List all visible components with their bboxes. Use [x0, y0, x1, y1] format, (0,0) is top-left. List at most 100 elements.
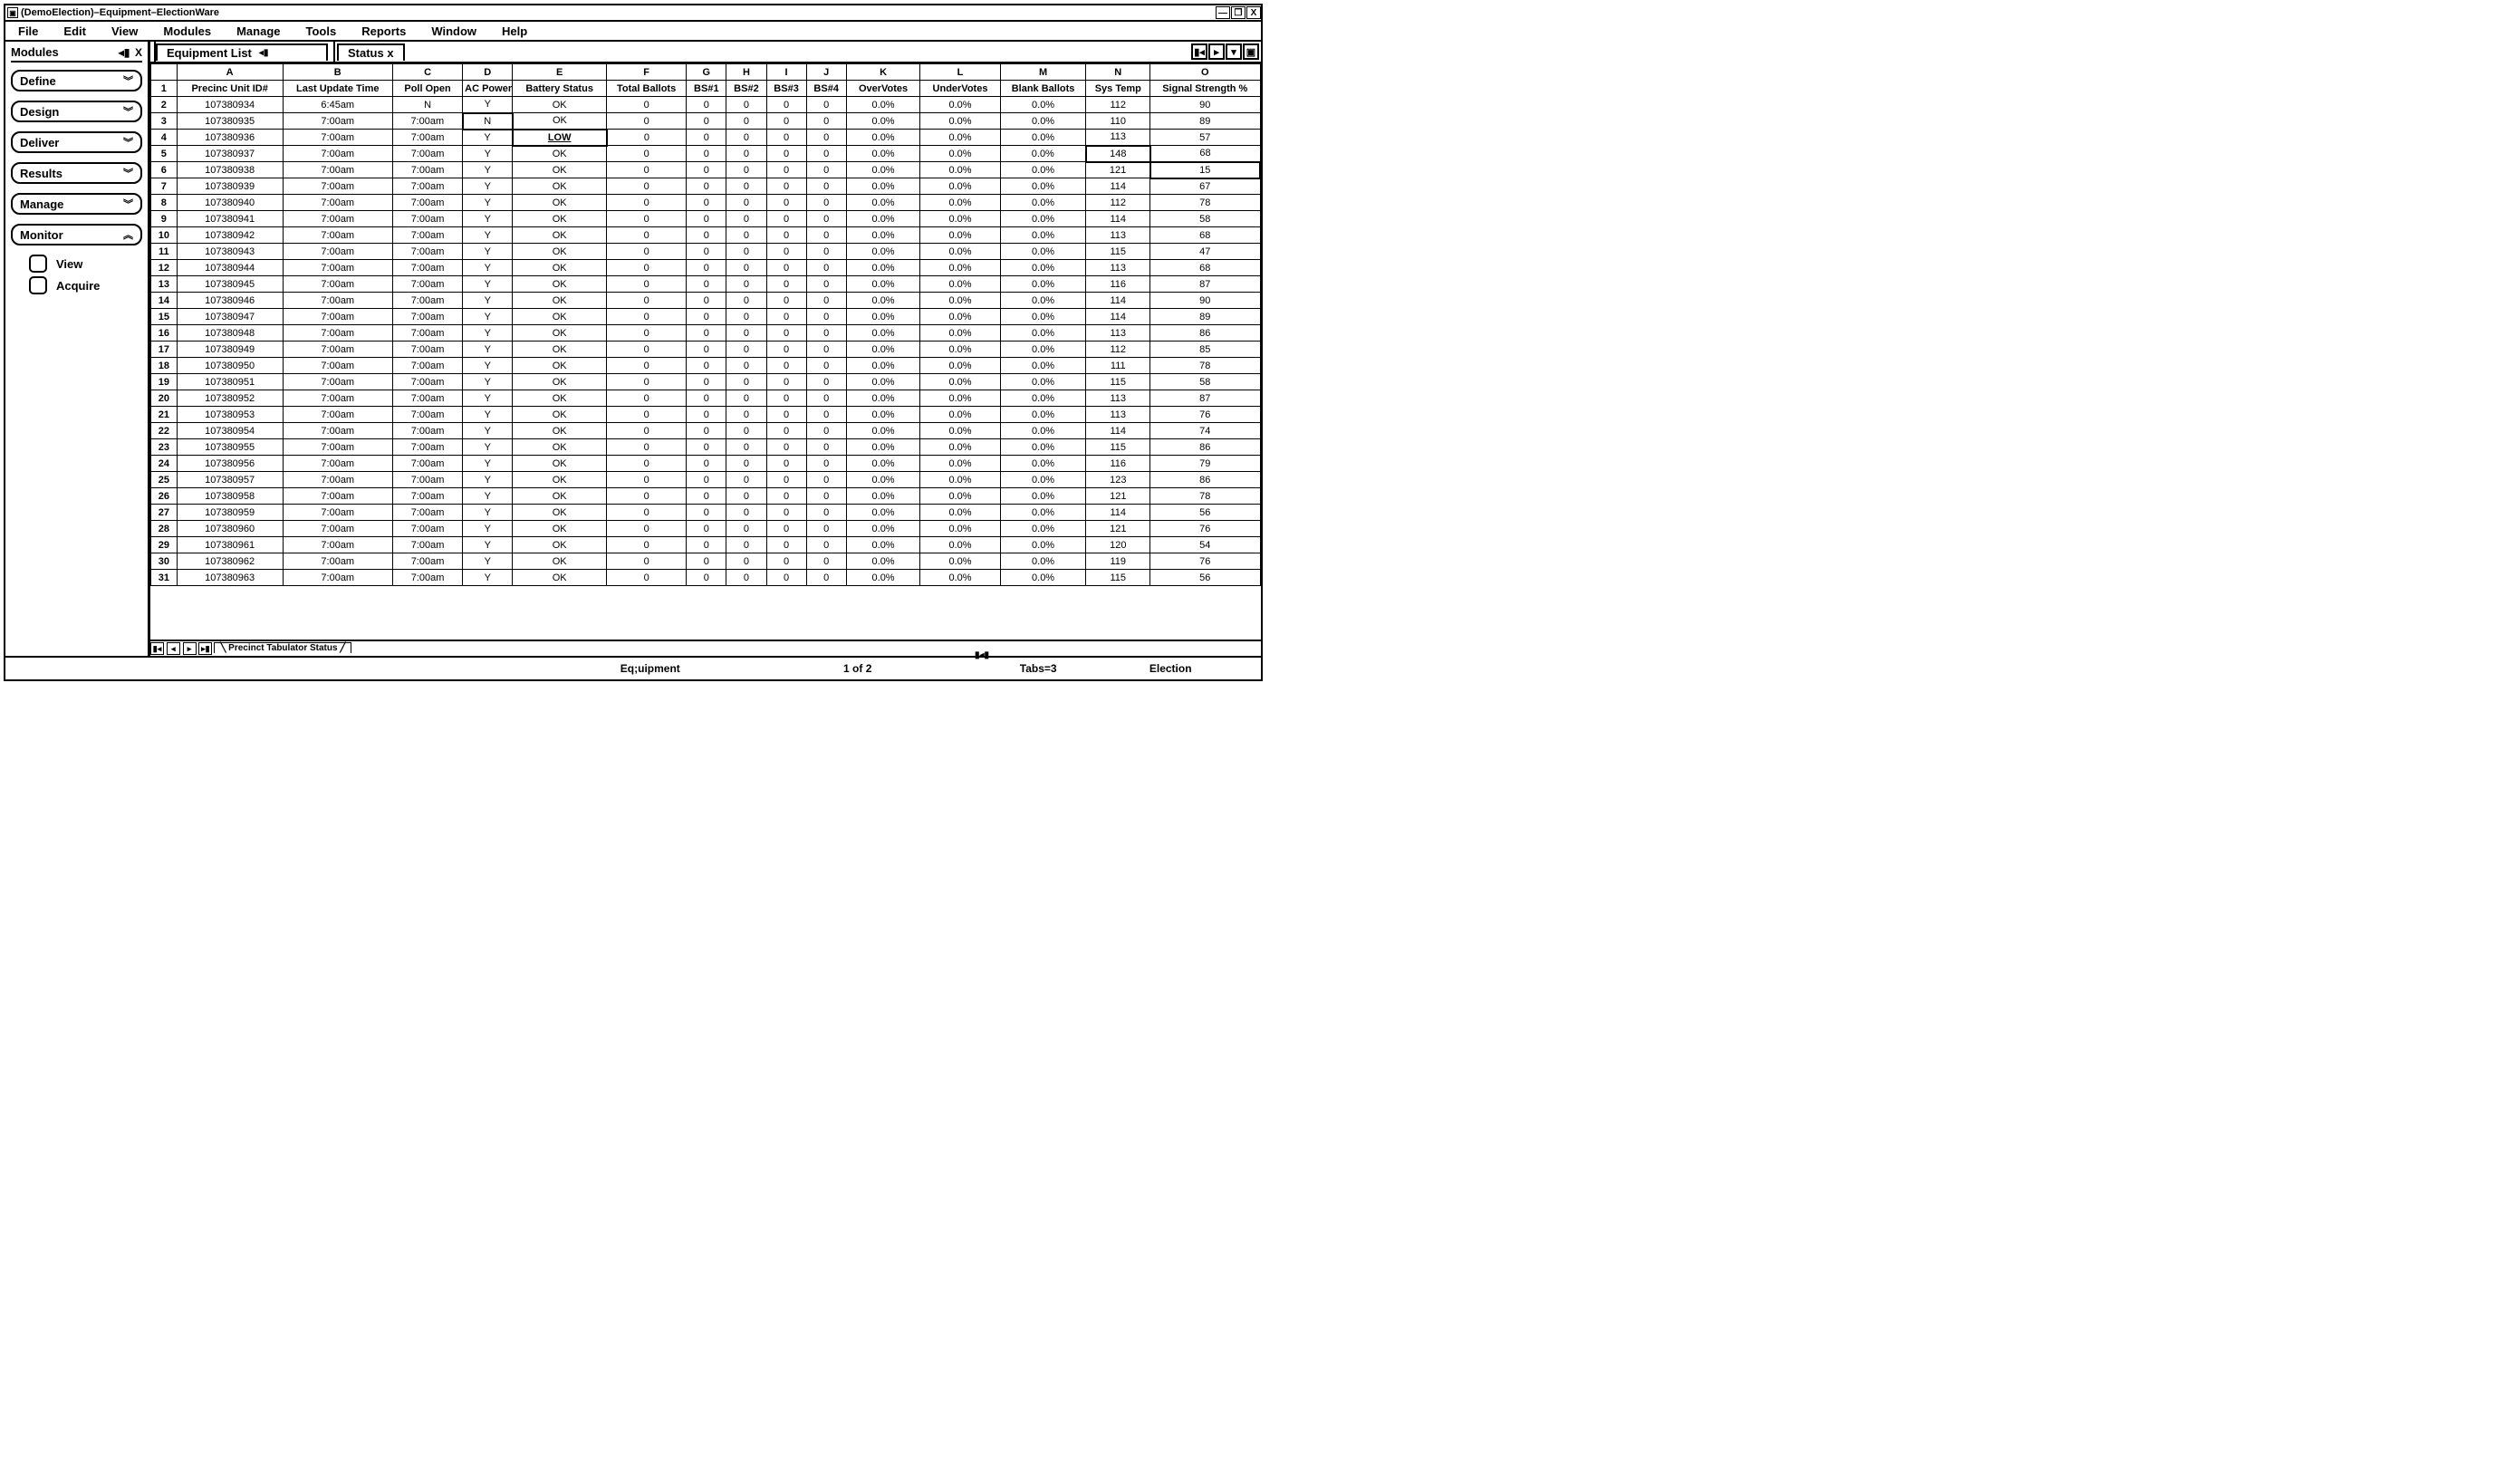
cell[interactable]: 0: [726, 276, 766, 293]
menu-view[interactable]: View: [99, 24, 150, 38]
cell[interactable]: 0.0%: [1000, 260, 1086, 276]
row-number[interactable]: 16: [151, 325, 178, 342]
table-row[interactable]: 291073809617:00am7:00amYOK000000.0%0.0%0…: [151, 537, 1261, 553]
cell[interactable]: 107380943: [177, 244, 283, 260]
cell[interactable]: 0: [726, 553, 766, 570]
cell[interactable]: 0.0%: [1000, 113, 1086, 130]
cell[interactable]: 0.0%: [1000, 472, 1086, 488]
cell[interactable]: 0: [607, 488, 687, 505]
cell[interactable]: 7:00am: [392, 211, 462, 227]
cell[interactable]: 148: [1086, 146, 1150, 162]
cell[interactable]: 7:00am: [392, 113, 462, 130]
cell[interactable]: Y: [463, 293, 513, 309]
cell[interactable]: 0: [726, 456, 766, 472]
cell[interactable]: 7:00am: [283, 244, 392, 260]
column-header[interactable]: BS#2: [726, 81, 766, 97]
column-header[interactable]: Poll Open: [392, 81, 462, 97]
cell[interactable]: 0: [607, 472, 687, 488]
table-row[interactable]: 301073809627:00am7:00amYOK000000.0%0.0%0…: [151, 553, 1261, 570]
cell[interactable]: 0: [687, 472, 726, 488]
table-row[interactable]: 151073809477:00am7:00amYOK000000.0%0.0%0…: [151, 309, 1261, 325]
cell[interactable]: 0.0%: [846, 195, 920, 211]
table-row[interactable]: 231073809557:00am7:00amYOK000000.0%0.0%0…: [151, 439, 1261, 456]
column-letter[interactable]: A: [177, 64, 283, 81]
cell[interactable]: 0: [726, 570, 766, 586]
cell[interactable]: 0: [726, 537, 766, 553]
cell[interactable]: 113: [1086, 407, 1150, 423]
cell[interactable]: LOW: [513, 130, 607, 146]
cell[interactable]: 0: [687, 521, 726, 537]
cell[interactable]: 56: [1150, 570, 1260, 586]
cell[interactable]: 107380962: [177, 553, 283, 570]
cell[interactable]: 0: [806, 276, 846, 293]
cell[interactable]: 0: [687, 374, 726, 390]
cell[interactable]: Y: [463, 488, 513, 505]
cell[interactable]: 0: [806, 488, 846, 505]
cell[interactable]: 7:00am: [392, 553, 462, 570]
cell[interactable]: 112: [1086, 195, 1150, 211]
cell[interactable]: 0.0%: [846, 244, 920, 260]
cell[interactable]: 0: [687, 244, 726, 260]
cell[interactable]: 7:00am: [283, 390, 392, 407]
cell[interactable]: OK: [513, 113, 607, 130]
cell[interactable]: 7:00am: [283, 488, 392, 505]
cell[interactable]: 0: [766, 227, 806, 244]
cell[interactable]: Y: [463, 358, 513, 374]
menu-modules[interactable]: Modules: [150, 24, 224, 38]
cell[interactable]: 0: [607, 130, 687, 146]
cell[interactable]: 56: [1150, 505, 1260, 521]
cell[interactable]: 107380940: [177, 195, 283, 211]
cell[interactable]: 0.0%: [920, 325, 1000, 342]
cell[interactable]: 7:00am: [392, 162, 462, 178]
table-row[interactable]: 171073809497:00am7:00amYOK000000.0%0.0%0…: [151, 342, 1261, 358]
minimize-button[interactable]: —: [1216, 6, 1230, 19]
cell[interactable]: Y: [463, 407, 513, 423]
cell[interactable]: 0.0%: [920, 260, 1000, 276]
cell[interactable]: OK: [513, 211, 607, 227]
cell[interactable]: 0: [687, 293, 726, 309]
cell[interactable]: 0: [766, 407, 806, 423]
cell[interactable]: 0.0%: [1000, 553, 1086, 570]
sidebar-subitem-acquire[interactable]: Acquire: [29, 276, 142, 294]
cell[interactable]: 107380941: [177, 211, 283, 227]
cell[interactable]: 0: [607, 521, 687, 537]
cell[interactable]: 7:00am: [392, 423, 462, 439]
cell[interactable]: 0.0%: [846, 407, 920, 423]
cell[interactable]: 113: [1086, 130, 1150, 146]
cell[interactable]: 0: [766, 325, 806, 342]
cell[interactable]: OK: [513, 178, 607, 195]
cell[interactable]: 6:45am: [283, 97, 392, 113]
row-number[interactable]: 9: [151, 211, 178, 227]
cell[interactable]: 7:00am: [392, 358, 462, 374]
cell[interactable]: OK: [513, 146, 607, 162]
menu-reports[interactable]: Reports: [349, 24, 418, 38]
cell[interactable]: OK: [513, 162, 607, 178]
column-letter[interactable]: L: [920, 64, 1000, 81]
column-letter[interactable]: K: [846, 64, 920, 81]
cell[interactable]: 0: [726, 374, 766, 390]
sidebar-subitem-view[interactable]: View: [29, 255, 142, 273]
cell[interactable]: 87: [1150, 390, 1260, 407]
column-header[interactable]: UnderVotes: [920, 81, 1000, 97]
column-letter[interactable]: N: [1086, 64, 1150, 81]
table-row[interactable]: 101073809427:00am7:00amYOK000000.0%0.0%0…: [151, 227, 1261, 244]
cell[interactable]: 0: [766, 570, 806, 586]
cell[interactable]: 0: [806, 113, 846, 130]
cell[interactable]: 0.0%: [920, 276, 1000, 293]
cell[interactable]: 79: [1150, 456, 1260, 472]
cell[interactable]: OK: [513, 537, 607, 553]
cell[interactable]: 0.0%: [846, 488, 920, 505]
cell[interactable]: 0: [687, 97, 726, 113]
cell[interactable]: 7:00am: [283, 374, 392, 390]
menu-manage[interactable]: Manage: [224, 24, 293, 38]
table-row[interactable]: 311073809637:00am7:00amYOK000000.0%0.0%0…: [151, 570, 1261, 586]
cell[interactable]: 7:00am: [283, 342, 392, 358]
cell[interactable]: Y: [463, 390, 513, 407]
cell[interactable]: 0: [726, 293, 766, 309]
cell[interactable]: 0.0%: [1000, 325, 1086, 342]
table-row[interactable]: 261073809587:00am7:00amYOK000000.0%0.0%0…: [151, 488, 1261, 505]
table-row[interactable]: 41073809367:00am7:00amYLOW000000.0%0.0%0…: [151, 130, 1261, 146]
cell[interactable]: 0.0%: [846, 146, 920, 162]
cell[interactable]: 112: [1086, 342, 1150, 358]
sidebar-item-define[interactable]: Define︾: [11, 70, 142, 91]
